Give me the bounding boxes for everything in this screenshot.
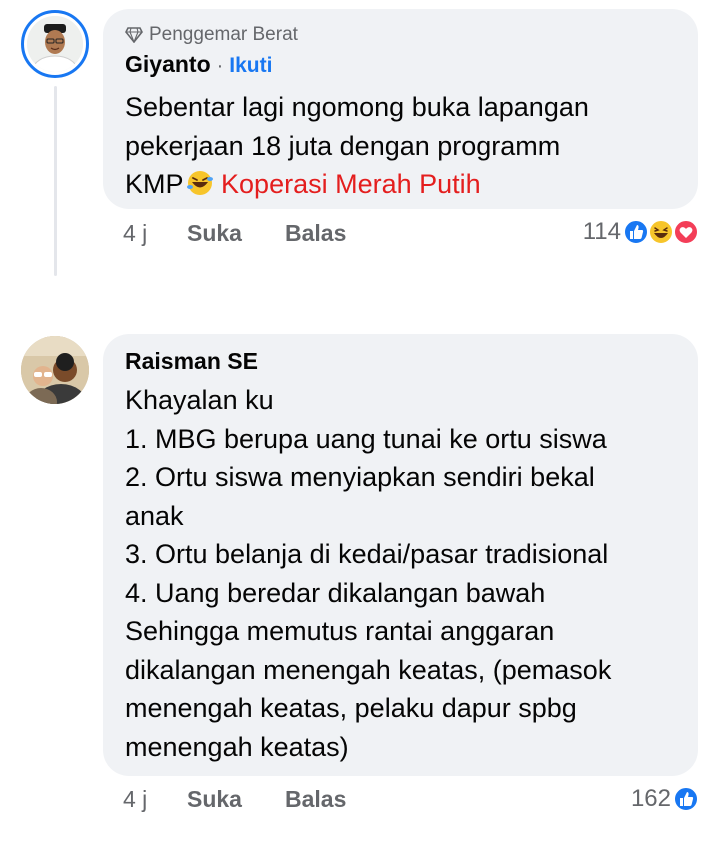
comment-line: 1. MBG berupa uang tunai ke ortu siswa xyxy=(125,423,607,454)
comment-bubble: Penggemar Berat Giyanto · Ikuti Sebentar… xyxy=(103,9,698,209)
reaction-summary[interactable]: 162 xyxy=(631,785,700,813)
comment-time[interactable]: 4 j xyxy=(123,220,187,247)
follow-button[interactable]: Ikuti xyxy=(229,54,272,78)
like-button[interactable]: Suka xyxy=(187,786,285,813)
reply-button[interactable]: Balas xyxy=(285,220,346,247)
comment-actions: 4 j Suka Balas xyxy=(123,220,346,247)
reaction-count: 162 xyxy=(630,785,671,812)
separator-dot: · xyxy=(216,55,224,77)
top-fan-badge[interactable]: Penggemar Berat xyxy=(125,24,298,46)
avatar-giyanto[interactable] xyxy=(21,10,89,78)
comment-line: Sehingga memutus rantai anggaran xyxy=(125,616,555,646)
comment-bubble: Raisman SE Khayalan ku 1. MBG berupa uan… xyxy=(103,334,698,776)
comment-line: 3. Ortu belanja di kedai/pasar tradision… xyxy=(125,539,609,569)
comment-line: Sebentar lagi ngomong buka lapangan xyxy=(125,92,589,122)
author-name[interactable]: Raisman SE xyxy=(125,348,258,374)
comment-line: 4. Uang beredar dikalangan bawah xyxy=(125,577,546,608)
comment-line: menengah keatas) xyxy=(125,731,349,762)
thread-connector xyxy=(54,86,57,276)
rolling-laugh-emoji-icon xyxy=(186,171,213,195)
avatar-image xyxy=(27,16,83,72)
haha-icon xyxy=(648,219,674,245)
comment-line: KMP Koperasi Merah Putih xyxy=(125,165,589,204)
comment-actions: 4 j Suka Balas xyxy=(123,786,346,813)
comment-line: menengah keatas, pelaku dapur spbg xyxy=(125,693,577,723)
comment-text: Khayalan ku 1. MBG berupa uang tunai ke … xyxy=(125,381,611,766)
comment-line: pekerjaan 18 juta dengan programm xyxy=(125,130,561,161)
avatar-image xyxy=(21,336,89,404)
badge-label: Penggemar Berat xyxy=(149,24,298,45)
comment-line: 2. Ortu siswa menyiapkan sendiri bekal xyxy=(125,462,595,492)
like-button[interactable]: Suka xyxy=(187,220,285,247)
love-icon xyxy=(673,219,699,245)
avatar-raisman-se[interactable] xyxy=(21,336,89,404)
comment-text-red: Koperasi Merah Putih xyxy=(221,169,481,199)
comment-time[interactable]: 4 j xyxy=(123,786,187,813)
reaction-summary[interactable]: 114 xyxy=(583,218,700,246)
like-icon xyxy=(623,219,649,245)
reaction-count: 114 xyxy=(582,218,621,245)
comment-line: anak xyxy=(125,500,184,531)
comment-text: Sebentar lagi ngomong buka lapangan peke… xyxy=(125,88,589,204)
comment-text-kmp: KMP xyxy=(125,169,184,199)
diamond-icon xyxy=(125,27,143,43)
comment-line: dikalangan menengah keatas, (pemasok xyxy=(125,654,612,685)
author-name[interactable]: Giyanto xyxy=(125,51,211,78)
like-icon xyxy=(673,786,699,812)
reply-button[interactable]: Balas xyxy=(285,786,346,813)
comment-line: Khayalan ku xyxy=(125,385,274,415)
